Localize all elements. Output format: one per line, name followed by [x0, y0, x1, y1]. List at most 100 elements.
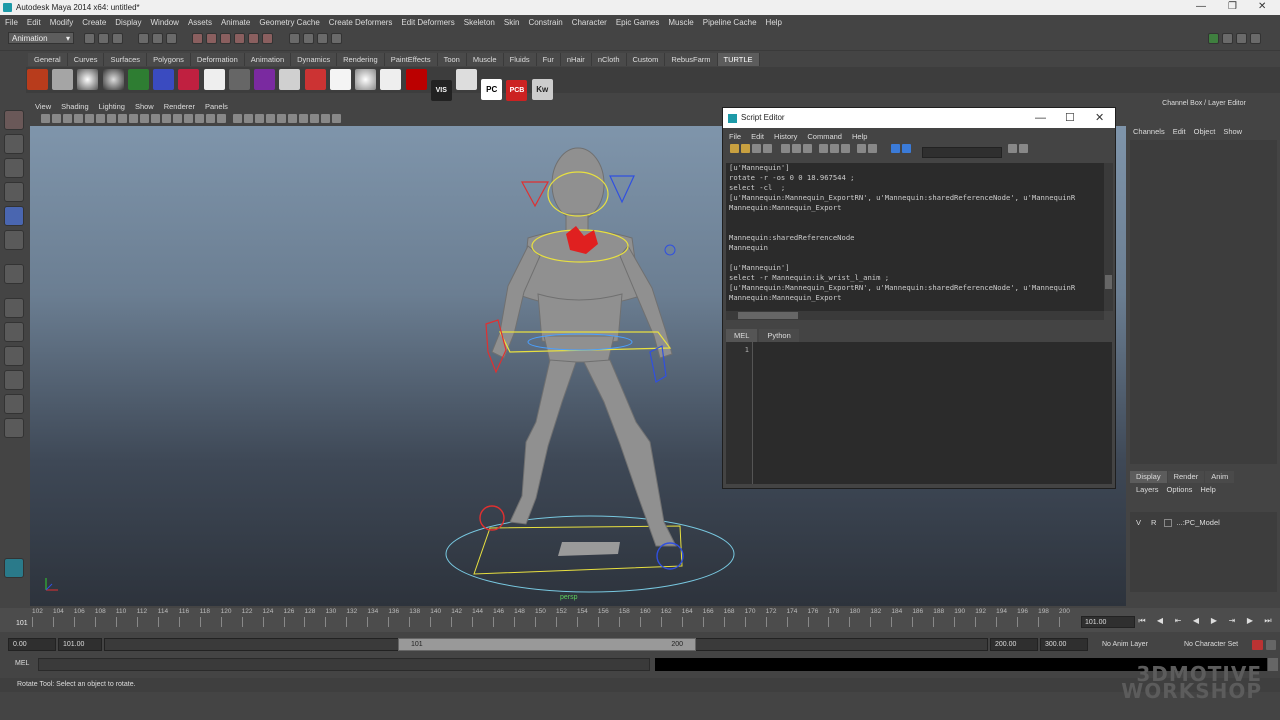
checker-icon[interactable] [203, 69, 225, 90]
tab-mel[interactable]: MEL [726, 329, 758, 342]
layer-name[interactable]: ...:PC_Model [1176, 518, 1219, 527]
red-eye-icon[interactable] [405, 69, 427, 90]
script-menu-edit[interactable]: Edit [745, 132, 768, 141]
turtle-render-icon[interactable] [27, 69, 48, 90]
new-scene-icon[interactable] [84, 33, 95, 44]
time-slider[interactable]: 102 104 106 108 110 112 114 116 118 120 122 124 126 1… [0, 608, 1280, 632]
channel-menu-object[interactable]: Object [1190, 127, 1220, 136]
wireframe-icon[interactable] [162, 114, 172, 123]
ipr-render-icon[interactable] [316, 33, 328, 44]
menu-window[interactable]: Window [146, 18, 183, 27]
menu-edit[interactable]: Edit [22, 18, 45, 27]
select-tool-icon[interactable] [4, 110, 24, 130]
snap-grid-icon[interactable] [192, 33, 204, 44]
outliner-layout-icon[interactable] [4, 418, 24, 438]
sphere-ao-icon[interactable] [77, 69, 99, 90]
channel-menu-edit[interactable]: Edit [1169, 127, 1190, 136]
history-vertical-scrollbar[interactable] [1104, 163, 1113, 311]
field-chart-icon[interactable] [129, 114, 139, 123]
echo-commands-icon[interactable] [781, 144, 791, 153]
select-hierarchy-icon[interactable] [138, 33, 150, 44]
xray-joints-icon[interactable] [255, 114, 265, 123]
attribute-editor-icon[interactable] [1222, 33, 1233, 44]
search-field[interactable] [921, 147, 1002, 159]
menu-geometry-cache[interactable]: Geometry Cache [254, 18, 323, 27]
depth-field-icon[interactable] [310, 114, 320, 123]
snap-point-icon[interactable] [220, 33, 232, 44]
channel-menu-channels[interactable]: Channels [1129, 127, 1169, 136]
render-settings-icon[interactable] [330, 33, 342, 44]
layer-menu-layers[interactable]: Layers [1132, 485, 1163, 494]
eye-icon[interactable] [380, 69, 402, 90]
layer-menu-help[interactable]: Help [1196, 485, 1219, 494]
persp-graph-icon[interactable] [4, 370, 24, 390]
character-set-dropdown[interactable]: No Character Set [1184, 641, 1238, 648]
menu-character[interactable]: Character [567, 18, 611, 27]
shelf-tab-toon[interactable]: Toon [437, 53, 467, 66]
bookmark-icon[interactable] [63, 114, 73, 123]
show-history-icon[interactable] [819, 144, 829, 153]
hypershade-layout-icon[interactable] [4, 394, 24, 414]
select-object-icon[interactable] [152, 33, 164, 44]
maximize-icon[interactable]: ☐ [1065, 108, 1075, 128]
shelf-tab-deformation[interactable]: Deformation [190, 53, 245, 66]
select-component-icon[interactable] [166, 33, 178, 44]
menu-help[interactable]: Help [761, 18, 786, 27]
red-sphere-icon[interactable] [304, 69, 326, 90]
viewport-menu-lighting[interactable]: Lighting [94, 102, 130, 111]
range-slider-bar[interactable]: 101 200 [398, 638, 696, 651]
show-channel-box-icon[interactable] [1208, 33, 1219, 44]
backface-icon[interactable] [266, 114, 276, 123]
safe-title-icon[interactable] [151, 114, 161, 123]
kw-icon[interactable]: Kw [531, 79, 553, 100]
shelf-tab-fluids[interactable]: Fluids [503, 53, 537, 66]
menu-set-dropdown[interactable]: Animation ▾ [8, 32, 74, 44]
four-view-icon[interactable] [4, 322, 24, 342]
sphere-gi-icon[interactable] [102, 69, 124, 90]
layer-color-swatch[interactable] [1164, 518, 1173, 527]
point-cloud-icon[interactable] [254, 69, 276, 90]
show-both-icon[interactable] [841, 144, 851, 153]
tool-settings-icon[interactable] [1236, 33, 1247, 44]
wire-on-shaded-icon[interactable] [184, 114, 194, 123]
script-editor-button-icon[interactable] [1268, 658, 1278, 671]
script-menu-file[interactable]: File [723, 132, 745, 141]
shelf-tab-painteffects[interactable]: PaintEffects [384, 53, 438, 66]
last-tool-icon[interactable] [4, 264, 24, 284]
safe-action-icon[interactable] [140, 114, 150, 123]
search-up-icon[interactable] [1019, 144, 1029, 153]
textured-icon[interactable] [195, 114, 205, 123]
layer-visibility-toggle[interactable]: V [1136, 518, 1141, 527]
script-menu-help[interactable]: Help [846, 132, 871, 141]
snap-curve-icon[interactable] [206, 33, 218, 44]
shelf-tab-rebusfarm[interactable]: RebusFarm [665, 53, 718, 66]
play-backwards-icon[interactable]: ◀ [1190, 616, 1202, 628]
vis-icon[interactable]: VIS [430, 80, 452, 101]
viewport-menu-show[interactable]: Show [130, 102, 159, 111]
viewport-menu-renderer[interactable]: Renderer [159, 102, 200, 111]
execute-icon[interactable] [901, 144, 911, 153]
menu-modify[interactable]: Modify [45, 18, 78, 27]
tab-render[interactable]: Render [1167, 471, 1205, 483]
animation-start-field[interactable]: 0.00 [8, 638, 56, 651]
shelf-tab-muscle[interactable]: Muscle [466, 53, 504, 66]
isolate-icon[interactable] [233, 114, 243, 123]
snap-plane-icon[interactable] [234, 33, 246, 44]
menu-edit-deformers[interactable]: Edit Deformers [396, 18, 458, 27]
shelf-tab-custom[interactable]: Custom [626, 53, 666, 66]
single-perspective-icon[interactable] [4, 298, 24, 318]
cow-icon[interactable] [329, 69, 351, 90]
snap-live-icon[interactable] [248, 33, 260, 44]
smooth-shade-icon[interactable] [173, 114, 183, 123]
preferences-icon[interactable] [1266, 640, 1276, 650]
animation-end-field[interactable]: 300.00 [1040, 638, 1088, 651]
rotate-tool-icon[interactable] [4, 206, 24, 226]
command-input[interactable] [38, 658, 650, 671]
image-plane-icon[interactable] [74, 114, 84, 123]
step-forward-key-icon[interactable]: ⇥ [1226, 616, 1238, 628]
menu-muscle[interactable]: Muscle [663, 18, 697, 27]
tab-display[interactable]: Display [1130, 471, 1167, 483]
modeling-toolkit-icon[interactable] [1250, 33, 1261, 44]
paint-select-icon[interactable] [4, 158, 24, 178]
script-menu-history[interactable]: History [768, 132, 801, 141]
